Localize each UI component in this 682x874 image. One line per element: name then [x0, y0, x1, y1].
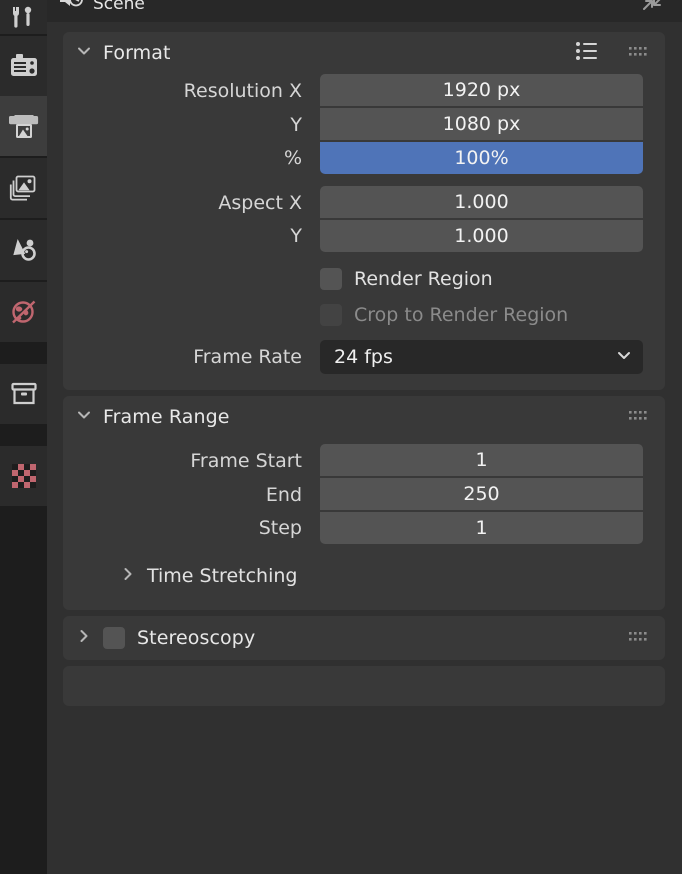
frame-range-panel-tools: [629, 408, 651, 427]
breadcrumb: Scene: [47, 0, 682, 22]
format-panel-title: Format: [103, 42, 171, 64]
frame-range-panel: Frame Range Frame Start 1 End 250 Step 1…: [63, 396, 665, 610]
stereoscopy-checkbox[interactable]: [103, 627, 125, 649]
resolution-x-input[interactable]: 1920 px: [320, 74, 643, 106]
resolution-percent-slider[interactable]: 100%: [320, 142, 643, 174]
frame-step-input[interactable]: 1: [320, 512, 643, 544]
next-panel-peek: [63, 666, 665, 706]
chevron-down-icon[interactable]: [75, 42, 93, 64]
aspect-x-input[interactable]: 1.000: [320, 186, 643, 218]
aspect-y-label: Y: [290, 225, 302, 247]
resolution-y-row: Y 1080 px: [75, 108, 643, 142]
format-panel-body: Resolution X 1920 px Y 1080 px % 100% As…: [63, 74, 665, 390]
crop-to-render-region-row: Crop to Render Region: [75, 300, 643, 330]
stereoscopy-panel: Stereoscopy: [63, 616, 665, 660]
aspect-x-label: Aspect X: [218, 192, 302, 214]
render-region-checkbox[interactable]: [320, 268, 342, 290]
chevron-down-icon[interactable]: [75, 406, 93, 428]
cone-sphere-icon: [9, 235, 39, 265]
frame-range-panel-header[interactable]: Frame Range: [63, 396, 665, 438]
sidebar-item-view-layer-properties[interactable]: [0, 158, 47, 218]
frame-start-row: Frame Start 1: [75, 444, 643, 478]
crop-to-render-region-checkbox: [320, 304, 342, 326]
breadcrumb-scene-label[interactable]: Scene: [93, 0, 145, 13]
sidebar-item-render-properties[interactable]: [0, 36, 47, 96]
crop-to-render-region-label: Crop to Render Region: [354, 304, 569, 326]
frame-start-label: Frame Start: [190, 450, 302, 472]
resolution-x-label: Resolution X: [183, 80, 302, 102]
format-panel-tools: [575, 40, 651, 66]
blender-properties-editor: Scene Format Resolution X 1920 px Y 1080…: [0, 0, 682, 874]
aspect-y-input[interactable]: 1.000: [320, 220, 643, 252]
sidebar-item-scene-properties[interactable]: [0, 220, 47, 280]
checker-texture-icon: [9, 461, 39, 491]
resolution-percent-row: % 100%: [75, 142, 643, 174]
aspect-y-row: Y 1.000: [75, 220, 643, 252]
tool-screwdriver-wrench-icon: [11, 4, 37, 30]
box-archive-icon: [9, 379, 39, 409]
frame-start-input[interactable]: 1: [320, 444, 643, 476]
resolution-y-input[interactable]: 1080 px: [320, 108, 643, 140]
frame-range-panel-body: Frame Start 1 End 250 Step 1 Time Stretc…: [63, 438, 665, 610]
scene-render-icon: [59, 0, 85, 22]
sidebar-item-world-properties[interactable]: [0, 282, 47, 342]
render-region-row[interactable]: Render Region: [75, 264, 643, 294]
frame-end-input[interactable]: 250: [320, 478, 643, 510]
presets-list-icon[interactable]: [575, 40, 601, 66]
resolution-x-row: Resolution X 1920 px: [75, 74, 643, 108]
grip-dots-icon[interactable]: [629, 44, 651, 63]
stereoscopy-panel-title: Stereoscopy: [137, 627, 256, 649]
render-region-label: Render Region: [354, 268, 493, 290]
frame-step-label: Step: [258, 517, 302, 539]
property-tab-bar: [0, 0, 47, 874]
sidebar-item-tool-properties[interactable]: [0, 0, 47, 34]
format-panel-header[interactable]: Format: [63, 32, 665, 74]
camera-back-icon: [9, 51, 39, 81]
globe-icon: [9, 297, 39, 327]
chevron-right-icon[interactable]: [75, 627, 93, 649]
grip-dots-icon[interactable]: [629, 629, 651, 648]
chevron-right-icon[interactable]: [119, 565, 137, 587]
sidebar-item-collection-properties[interactable]: [0, 364, 47, 424]
frame-end-label: End: [265, 484, 302, 506]
sidebar-item-texture-properties[interactable]: [0, 446, 47, 506]
stereoscopy-panel-header[interactable]: Stereoscopy: [63, 616, 665, 660]
time-stretching-subpanel-header[interactable]: Time Stretching: [75, 556, 643, 596]
frame-end-row: End 250: [75, 478, 643, 512]
frame-rate-value: 24 fps: [334, 346, 393, 368]
time-stretching-label: Time Stretching: [147, 565, 298, 587]
frame-rate-dropdown[interactable]: 24 fps: [320, 340, 643, 374]
frame-step-row: Step 1: [75, 512, 643, 544]
aspect-x-row: Aspect X 1.000: [75, 186, 643, 220]
grip-dots-icon[interactable]: [629, 408, 651, 427]
images-stack-icon: [9, 173, 39, 203]
chevron-down-icon: [615, 346, 633, 369]
frame-rate-row: Frame Rate 24 fps: [75, 340, 643, 374]
properties-column: Scene Format Resolution X 1920 px Y 1080…: [47, 0, 682, 874]
frame-range-panel-title: Frame Range: [103, 406, 230, 428]
stereoscopy-panel-tools: [629, 629, 651, 648]
printer-icon: [8, 111, 39, 141]
frame-rate-label: Frame Rate: [193, 346, 302, 368]
resolution-y-label: Y: [290, 114, 302, 136]
format-panel: Format Resolution X 1920 px Y 1080 px % …: [63, 32, 665, 390]
resolution-percent-label: %: [283, 147, 302, 169]
sidebar-item-output-properties[interactable]: [0, 96, 47, 156]
expand-arrows-icon[interactable]: [640, 0, 666, 26]
